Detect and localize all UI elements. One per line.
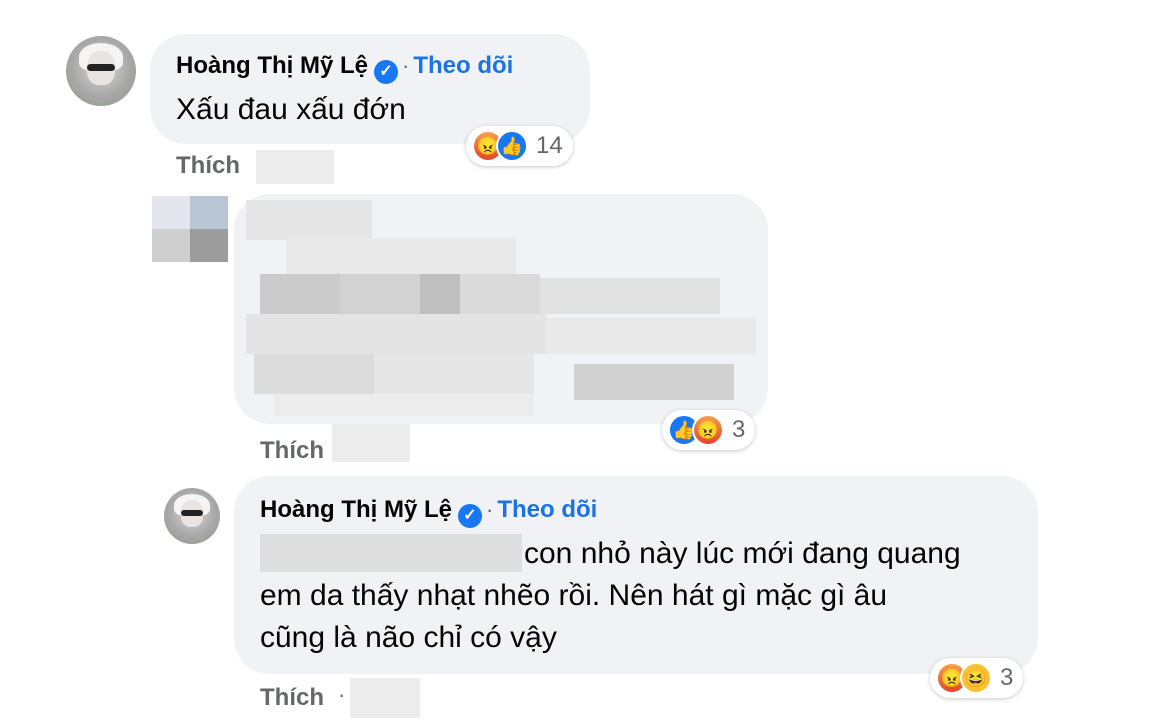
like-icon: 👍	[496, 130, 528, 162]
avatar[interactable]	[164, 488, 220, 544]
verified-badge-icon: ✓	[458, 504, 482, 528]
like-button[interactable]: Thích	[260, 437, 324, 465]
comment-text-line3: cũng là não chỉ có vậy	[260, 621, 557, 654]
reactions-summary[interactable]: 😠 😆 3	[930, 658, 1024, 698]
like-button[interactable]: Thích	[176, 152, 240, 180]
separator: ·	[486, 497, 494, 522]
timestamp-redacted	[332, 424, 410, 462]
reactions-summary[interactable]: 😠 👍 14	[466, 126, 573, 166]
reaction-count: 14	[536, 132, 563, 159]
verified-badge-icon: ✓	[374, 60, 398, 84]
follow-button[interactable]: Theo dõi	[497, 496, 597, 523]
author-name[interactable]: Hoàng Thị Mỹ Lệ	[176, 52, 368, 79]
reaction-count: 3	[732, 416, 746, 443]
comment-text: Xấu đau xấu đớn	[176, 93, 406, 126]
comment-text-line1: con nhỏ này lúc mới đang quang	[524, 537, 961, 570]
angry-icon: 😠	[692, 414, 724, 446]
avatar[interactable]	[66, 36, 136, 106]
comment-bubble: Hoàng Thị Mỹ Lệ ✓ · Theo dõi con nhỏ này lú…	[234, 476, 1038, 674]
separator: ·	[338, 682, 346, 707]
comment-text-line2: em da thấy nhạt nhẽo rồi. Nên hát gì mặc…	[260, 579, 888, 612]
reactions-summary[interactable]: 👍 😠 3	[662, 410, 756, 450]
mention-redacted	[260, 534, 522, 572]
comment-bubble-redacted	[234, 194, 768, 424]
timestamp-redacted	[350, 678, 420, 718]
haha-icon: 😆	[960, 662, 992, 694]
reaction-count: 3	[1000, 664, 1014, 691]
timestamp-redacted	[256, 150, 334, 184]
like-button[interactable]: Thích	[260, 684, 324, 712]
follow-button[interactable]: Theo dõi	[413, 52, 513, 79]
author-name[interactable]: Hoàng Thị Mỹ Lệ	[260, 496, 452, 523]
separator: ·	[402, 53, 410, 78]
avatar-redacted[interactable]	[152, 196, 228, 262]
